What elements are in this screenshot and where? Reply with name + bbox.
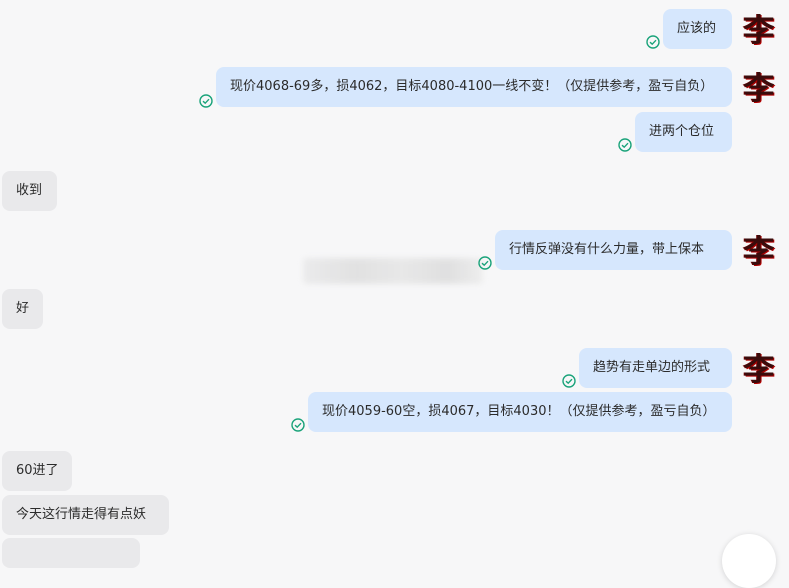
- incoming-message: 今天这行情走得有点妖: [2, 495, 169, 535]
- outgoing-message: 现价4059-60空，损4067，目标4030！（仅提供参考，盈亏自负）: [308, 392, 732, 432]
- outgoing-message: 行情反弹没有什么力量，带上保本: [495, 230, 732, 270]
- incoming-message: 好: [2, 289, 43, 329]
- redacted-text: [303, 258, 483, 284]
- read-check-icon: [478, 256, 492, 270]
- avatar[interactable]: 李: [741, 9, 777, 49]
- read-check-icon: [199, 94, 213, 108]
- incoming-message: 60进了: [2, 451, 72, 491]
- read-check-icon: [291, 418, 305, 432]
- read-check-icon: [562, 374, 576, 388]
- outgoing-message: 趋势有走单边的形式: [579, 348, 732, 388]
- outgoing-message: 应该的: [663, 9, 732, 49]
- avatar[interactable]: 李: [741, 230, 777, 270]
- incoming-message: 收到: [2, 171, 57, 211]
- incoming-message-partial: [2, 538, 140, 568]
- read-check-icon: [618, 138, 632, 152]
- read-check-icon: [646, 35, 660, 49]
- outgoing-message: 进两个仓位: [635, 112, 732, 152]
- outgoing-message: 现价4068-69多，损4062，目标4080-4100一线不变！（仅提供参考，…: [216, 67, 732, 107]
- avatar[interactable]: 李: [741, 348, 777, 388]
- scroll-down-button[interactable]: [722, 534, 776, 588]
- avatar[interactable]: 李: [741, 67, 777, 107]
